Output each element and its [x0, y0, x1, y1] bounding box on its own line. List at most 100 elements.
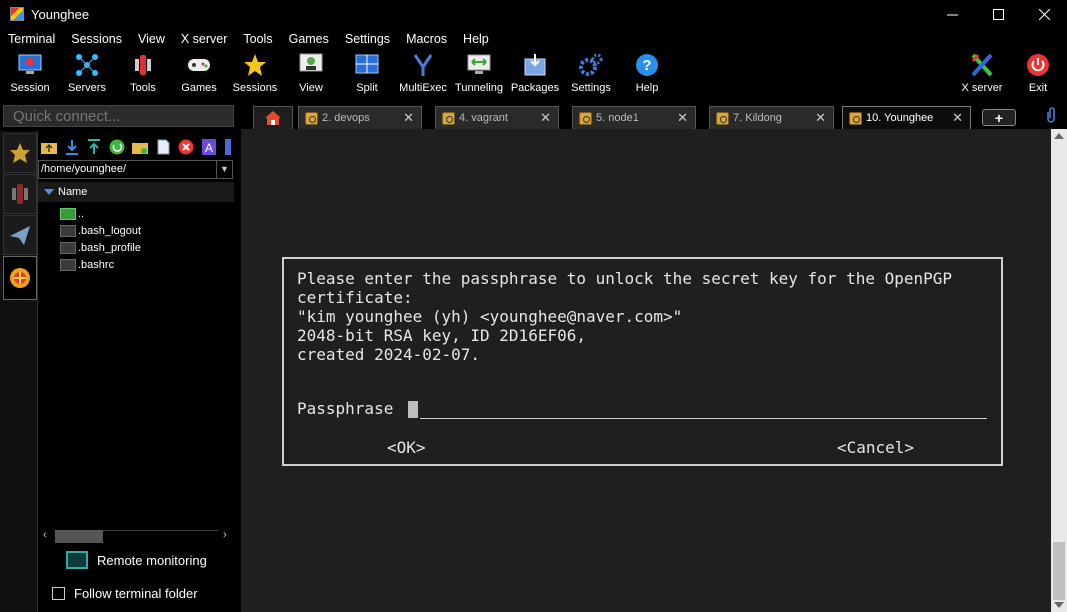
file-row[interactable]: .bash_profile [60, 239, 141, 256]
xserver-button[interactable]: X server [952, 50, 1012, 98]
parent-folder-icon [60, 207, 76, 220]
session-button[interactable]: Session [0, 50, 60, 98]
servers-button[interactable]: Servers [57, 50, 117, 98]
folder-up-icon[interactable] [41, 139, 57, 155]
tab-close-icon[interactable]: ✕ [952, 110, 963, 126]
more-tools-icon[interactable] [222, 139, 234, 155]
chevron-right-icon[interactable]: › [223, 529, 227, 541]
menu-xserver[interactable]: X server [173, 32, 236, 46]
new-file-icon[interactable] [155, 139, 171, 155]
cancel-button[interactable]: <Cancel> [837, 438, 914, 457]
tunneling-icon [467, 53, 491, 77]
svg-text:?: ? [642, 57, 651, 74]
key-icon [849, 111, 862, 125]
key-icon [716, 111, 729, 125]
split-icon [355, 53, 379, 77]
delete-icon[interactable] [178, 139, 194, 155]
tab-younghee[interactable]: 10. Younghee ✕ [842, 106, 971, 129]
remote-monitoring-button[interactable]: Remote monitoring [66, 551, 207, 569]
path-field[interactable]: /home/younghee/ ▼ [38, 160, 233, 179]
scroll-thumb[interactable] [55, 530, 103, 543]
sidebar-tab-sftp[interactable] [3, 256, 37, 300]
tab-close-icon[interactable]: ✕ [540, 110, 551, 126]
servers-icon [75, 53, 99, 77]
help-icon: ? [635, 53, 659, 77]
tab-devops[interactable]: 2. devops ✕ [298, 106, 422, 129]
tunneling-button[interactable]: Tunneling [449, 50, 509, 98]
menu-macros[interactable]: Macros [398, 32, 455, 46]
tab-vagrant[interactable]: 4. vagrant ✕ [435, 106, 559, 129]
refresh-icon[interactable] [109, 139, 125, 155]
scroll-thumb[interactable] [1053, 542, 1065, 600]
passphrase-input[interactable] [420, 418, 987, 419]
menu-tools[interactable]: Tools [235, 32, 280, 46]
checkbox[interactable] [52, 587, 65, 600]
sort-arrow-icon [44, 189, 54, 195]
sidebar-tab-macros[interactable] [3, 215, 37, 255]
sidebar-tab-tools[interactable] [3, 174, 37, 214]
settings-button[interactable]: Settings [561, 50, 621, 98]
sidebar-tab-sessions[interactable] [3, 133, 37, 173]
close-button[interactable] [1021, 0, 1067, 28]
horizontal-scrollbar[interactable]: ‹ › [38, 529, 236, 543]
menu-games[interactable]: Games [281, 32, 337, 46]
menu-terminal[interactable]: Terminal [0, 32, 63, 46]
tab-kildong[interactable]: 7. Kildong ✕ [709, 106, 834, 129]
exit-button[interactable]: Exit [1008, 50, 1067, 98]
quick-connect-input[interactable] [3, 105, 234, 127]
key-icon [305, 111, 318, 125]
games-button[interactable]: Games [169, 50, 229, 98]
gamepad-icon [187, 53, 211, 77]
main-toolbar: Session Servers Tools Games Sessions Vie… [0, 50, 1067, 100]
dialog-text-line: Please enter the passphrase to unlock th… [297, 269, 953, 288]
menu-sessions[interactable]: Sessions [63, 32, 130, 46]
tools-icon [12, 184, 28, 204]
follow-terminal-folder-checkbox[interactable]: Follow terminal folder [52, 586, 198, 601]
sessions-button[interactable]: Sessions [225, 50, 285, 98]
rename-icon[interactable]: A [201, 139, 217, 155]
title-bar: Younghee [0, 0, 1067, 28]
ok-button[interactable]: <OK> [387, 438, 426, 457]
download-icon[interactable] [64, 139, 80, 155]
multiexec-icon [411, 53, 435, 77]
upload-icon[interactable] [86, 139, 102, 155]
sidebar-tab-strip [0, 131, 38, 612]
gear-icon [579, 53, 603, 77]
tab-close-icon[interactable]: ✕ [677, 110, 688, 126]
file-browser-toolbar: A [38, 135, 236, 159]
terminal-scrollbar[interactable] [1051, 129, 1067, 612]
tab-close-icon[interactable]: ✕ [403, 110, 414, 126]
view-icon [299, 53, 323, 77]
file-icon [60, 224, 76, 237]
help-button[interactable]: ? Help [617, 50, 677, 98]
scroll-down-icon[interactable] [1054, 602, 1064, 608]
maximize-button[interactable] [975, 0, 1021, 28]
home-tab[interactable] [253, 106, 293, 129]
packages-button[interactable]: Packages [505, 50, 565, 98]
new-tab-button[interactable]: + [982, 109, 1016, 126]
name-column-header[interactable]: Name [38, 182, 234, 202]
menu-settings[interactable]: Settings [337, 32, 398, 46]
new-folder-icon[interactable] [132, 139, 148, 155]
minimize-button[interactable] [929, 0, 975, 28]
multiexec-button[interactable]: MultiExec [393, 50, 453, 98]
split-button[interactable]: Split [337, 50, 397, 98]
file-row[interactable]: .bashrc [60, 256, 114, 273]
terminal-area[interactable]: Please enter the passphrase to unlock th… [241, 129, 1051, 612]
tools-button[interactable]: Tools [113, 50, 173, 98]
tab-close-icon[interactable]: ✕ [815, 110, 826, 126]
scroll-up-icon[interactable] [1054, 133, 1064, 139]
view-button[interactable]: View [281, 50, 341, 98]
file-row[interactable]: .bash_logout [60, 222, 141, 239]
chevron-down-icon[interactable]: ▼ [216, 161, 232, 178]
tools-icon [131, 53, 155, 77]
paperclip-icon[interactable] [1045, 107, 1057, 127]
menu-view[interactable]: View [130, 32, 173, 46]
file-row-parent[interactable]: .. [60, 205, 84, 222]
menu-help[interactable]: Help [455, 32, 497, 46]
star-icon [243, 53, 267, 77]
chevron-left-icon[interactable]: ‹ [43, 529, 47, 541]
tab-node1[interactable]: 5. node1 ✕ [572, 106, 696, 129]
svg-text:A: A [205, 141, 213, 155]
app-logo-icon [10, 7, 24, 21]
